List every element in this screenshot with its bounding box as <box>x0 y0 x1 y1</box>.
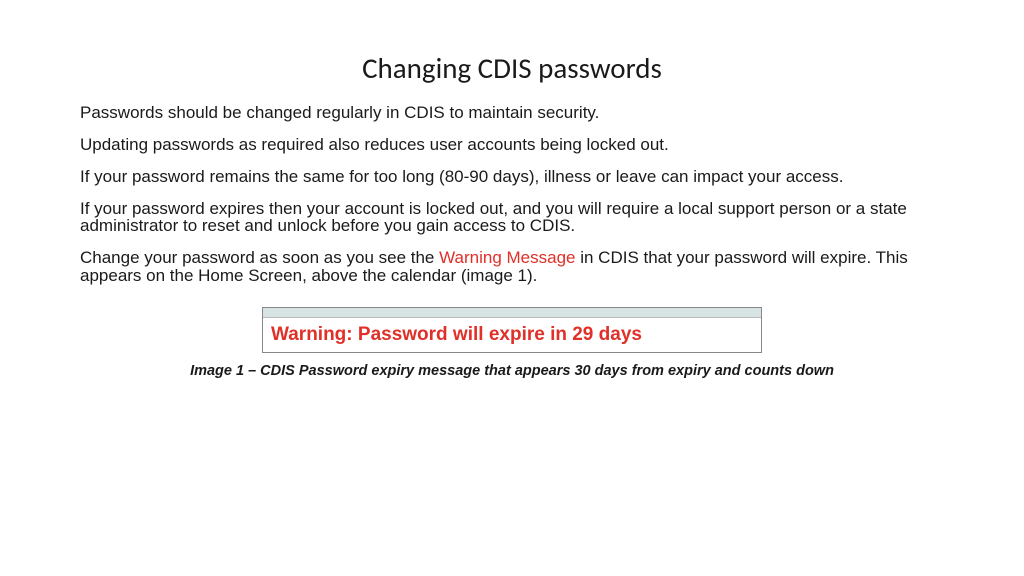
warning-message-highlight: Warning Message <box>439 248 575 267</box>
warning-box-message: Warning: Password will expire in 29 days <box>263 318 761 352</box>
page-title: Changing CDIS passwords <box>80 50 944 86</box>
password-warning-box: Warning: Password will expire in 29 days <box>262 307 762 353</box>
paragraph-expiry: If your password expires then your accou… <box>80 200 944 236</box>
warning-box-titlebar <box>263 308 761 318</box>
paragraph-warning-instruction: Change your password as soon as you see … <box>80 249 944 285</box>
warning-box-container: Warning: Password will expire in 29 days <box>80 307 944 353</box>
paragraph-days: If your password remains the same for to… <box>80 168 944 186</box>
image-caption: Image 1 – CDIS Password expiry message t… <box>80 363 944 379</box>
paragraph-intro: Passwords should be changed regularly in… <box>80 104 944 122</box>
text-before-highlight: Change your password as soon as you see … <box>80 248 439 267</box>
paragraph-update: Updating passwords as required also redu… <box>80 136 944 154</box>
